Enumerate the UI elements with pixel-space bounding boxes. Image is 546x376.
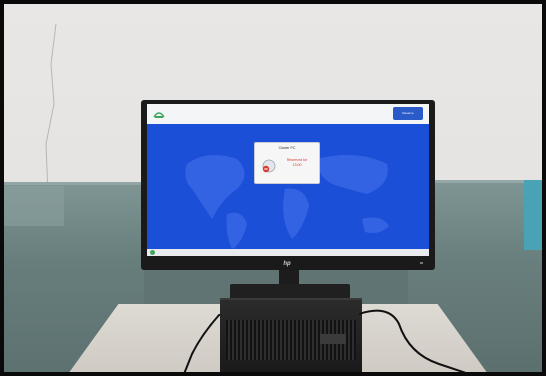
screen-taskbar [147,249,429,256]
dialog-line-time: 13:00 [292,163,302,167]
monitor-screen: Reserve Clavier PC Reserved for 13:00 [147,104,429,256]
power-led [420,262,423,264]
cable-right [359,309,467,372]
reserved-pc-icon [262,159,276,173]
cubicle-panel-left-divider [4,186,64,226]
pc-front-slot [320,334,346,344]
app-logo-icon [153,112,165,118]
wall-crack [45,24,57,194]
dialog-title: Clavier PC [278,146,296,150]
screen-topbar: Reserve [147,104,429,124]
start-icon[interactable] [150,250,155,255]
cable-left [183,314,221,372]
reservation-dialog: Clavier PC Reserved for 13:00 [254,142,320,184]
hp-logo: hp [283,261,291,267]
dialog-message: Reserved for 13:00 [277,158,317,168]
reserve-button[interactable]: Reserve [393,107,423,120]
monitor: Reserve Clavier PC Reserved for 13:00 hp [141,100,435,270]
photo-scene: Reserve Clavier PC Reserved for 13:00 hp [4,4,542,372]
cubicle-panel-right-trim [524,180,542,250]
